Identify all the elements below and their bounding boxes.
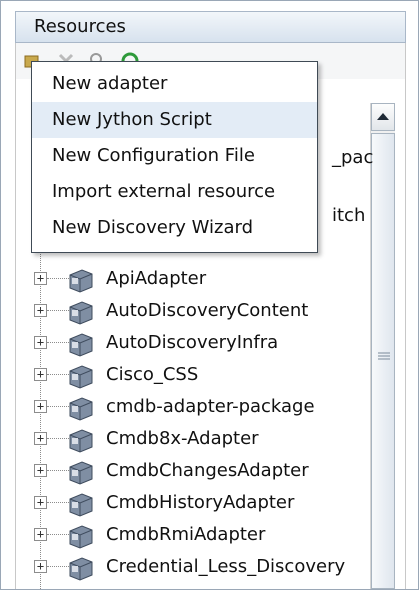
package-icon [69, 301, 93, 325]
tree-item[interactable]: + Cmdb8x-Adapter [16, 424, 376, 456]
tree-item-label: ApiAdapter [106, 268, 207, 289]
package-icon [69, 397, 93, 421]
package-icon [69, 525, 93, 549]
menu-item-new-discovery-wizard[interactable]: New Discovery Wizard [32, 210, 317, 246]
menu-item-new-configuration-file[interactable]: New Configuration File [32, 138, 317, 174]
plus-box-icon[interactable]: + [34, 400, 47, 413]
tree-item[interactable]: + CmdbHistoryAdapter [16, 488, 376, 520]
resources-panel: Resources _pac itch + ApiAdapter + AutoD… [0, 0, 419, 590]
grip-icon [378, 352, 390, 360]
tree-item[interactable]: + CmdbRmiAdapter [16, 520, 376, 552]
plus-box-icon[interactable]: + [34, 304, 47, 317]
arrow-up-icon [377, 113, 389, 120]
package-icon [69, 365, 93, 389]
plus-box-icon[interactable]: + [34, 368, 47, 381]
package-icon [69, 333, 93, 357]
plus-box-icon[interactable]: + [34, 272, 47, 285]
panel-title: Resources [15, 11, 406, 43]
tree-item-label: Cmdb8x-Adapter [106, 428, 259, 449]
context-menu: New adapter New Jython Script New Config… [31, 61, 318, 253]
hidden-item-label: _pac [332, 147, 374, 168]
plus-box-icon[interactable]: + [34, 432, 47, 445]
tree-item-label: CmdbHistoryAdapter [106, 492, 295, 513]
tree-item-label: AutoDiscoveryContent [106, 300, 309, 321]
tree-item[interactable]: + Cisco_CSS [16, 360, 376, 392]
package-icon [69, 269, 93, 293]
hidden-item-label: itch [332, 205, 366, 226]
plus-box-icon[interactable]: + [34, 560, 47, 573]
tree-item[interactable]: + Credential_Less_Discovery [16, 552, 376, 584]
tree-item[interactable]: + AutoDiscoveryContent [16, 296, 376, 328]
tree-item[interactable]: + ApiAdapter [16, 264, 376, 296]
tree-item-label: CmdbChangesAdapter [106, 460, 309, 481]
tree-item[interactable]: + AutoDiscoveryInfra [16, 328, 376, 360]
tree-item-label: AutoDiscoveryInfra [106, 332, 279, 353]
tree-item[interactable]: + CmdbChangesAdapter [16, 456, 376, 488]
menu-item-new-jython-script[interactable]: New Jython Script [32, 102, 317, 138]
plus-box-icon[interactable]: + [34, 496, 47, 509]
plus-box-icon[interactable]: + [34, 464, 47, 477]
tree-item-label: cmdb-adapter-package [106, 396, 315, 417]
tree-item-label: CmdbRmiAdapter [106, 524, 266, 545]
package-icon [69, 493, 93, 517]
tree-item-label: Credential_Less_Discovery [106, 556, 346, 577]
menu-item-new-adapter[interactable]: New adapter [32, 66, 317, 102]
menu-item-import-external-resource[interactable]: Import external resource [32, 174, 317, 210]
plus-box-icon[interactable]: + [34, 336, 47, 349]
tree-item[interactable]: + cmdb-adapter-package [16, 392, 376, 424]
scroll-up-button[interactable] [371, 103, 395, 131]
plus-box-icon[interactable]: + [34, 528, 47, 541]
tree-item-label: Cisco_CSS [106, 364, 199, 385]
package-icon [69, 429, 93, 453]
package-icon [69, 461, 93, 485]
package-icon [69, 557, 93, 581]
